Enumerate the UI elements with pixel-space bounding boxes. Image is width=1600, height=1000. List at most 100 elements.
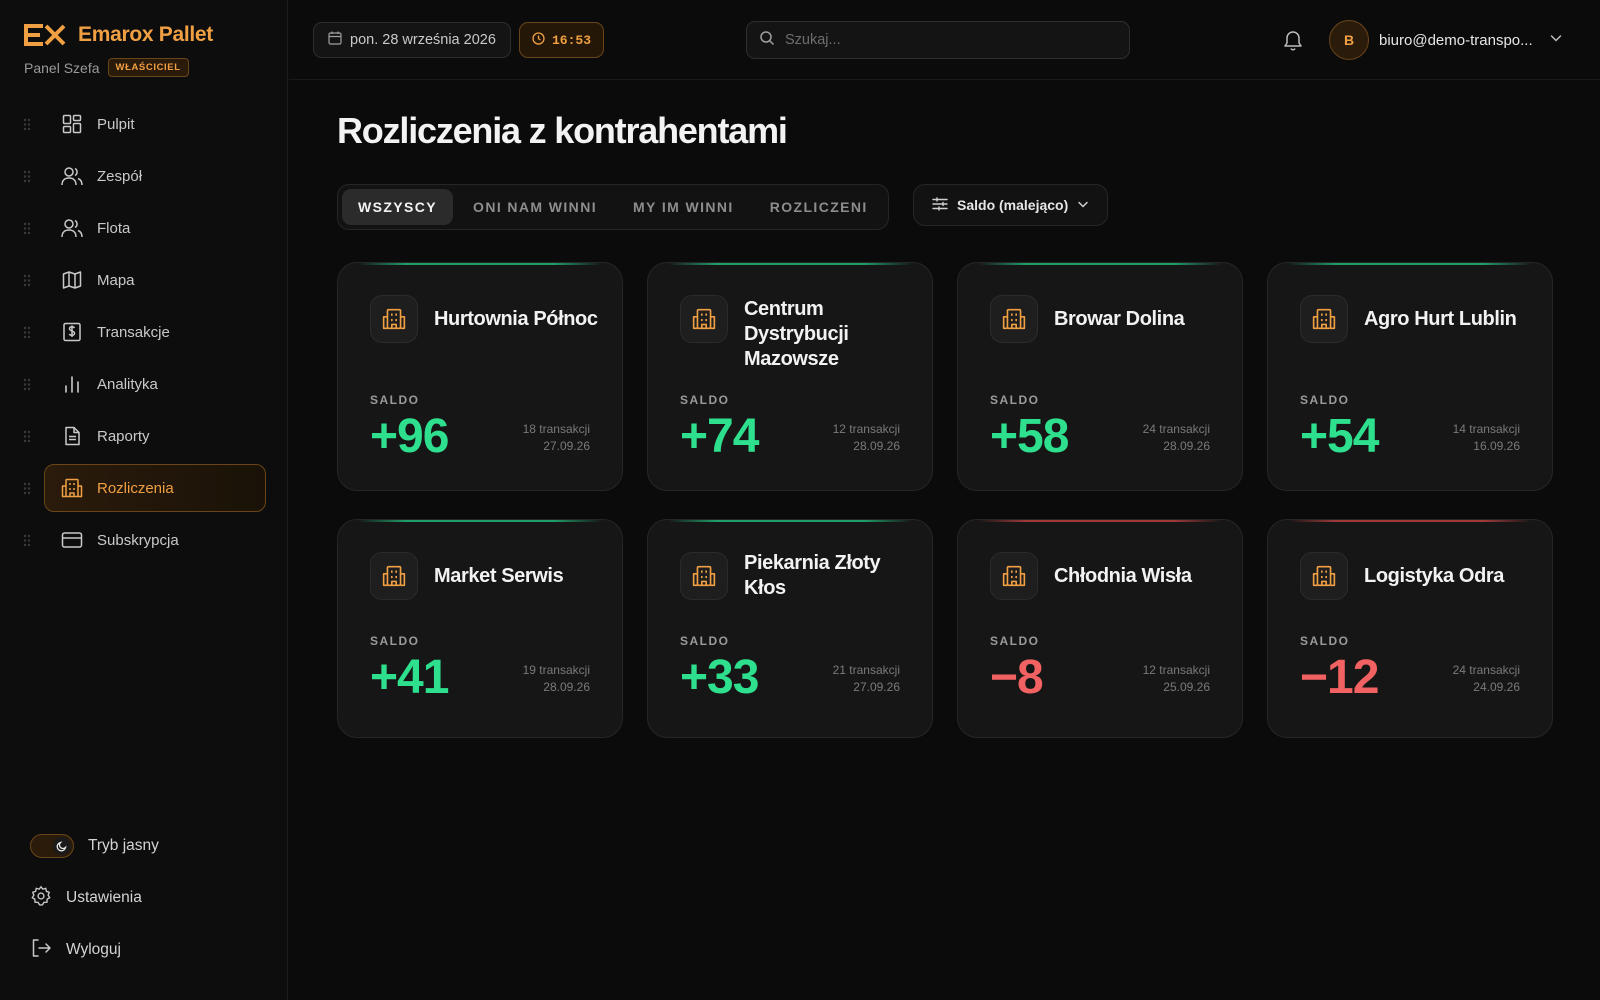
contractor-card[interactable]: Hurtownia Północ SALDO +96 18 transakcji 27.… (337, 262, 623, 491)
sidebar-item-label: Rozliczenia (97, 479, 174, 497)
last-date: 28.09.26 (1163, 439, 1210, 453)
last-date: 24.09.26 (1473, 680, 1520, 694)
bar-chart-icon (61, 373, 83, 395)
theme-toggle-label: Tryb jasny (88, 837, 159, 854)
sidebar-item-transakcje[interactable]: Transakcje (23, 308, 266, 356)
balance-value: +41 (370, 651, 449, 704)
transactions-count: 12 transakcji (1142, 663, 1210, 677)
brand[interactable]: Emarox Pallet (24, 22, 213, 48)
card-meta: 12 transakcji 25.09.26 (1143, 662, 1210, 696)
moon-icon (53, 837, 71, 855)
drag-handle-icon[interactable] (23, 534, 31, 547)
card-accent-line (978, 263, 1222, 265)
drag-handle-icon[interactable] (23, 430, 31, 443)
balance-label: SALDO (1300, 393, 1350, 407)
sidebar-item-subskrypcja[interactable]: Subskrypcja (23, 516, 266, 564)
building-icon (370, 295, 418, 343)
brand-logo-icon (24, 22, 68, 48)
theme-toggle[interactable] (30, 834, 74, 858)
logout-link[interactable]: Wyloguj (30, 924, 270, 976)
drag-handle-icon[interactable] (23, 222, 31, 235)
page-title: Rozliczenia z kontrahentami (337, 110, 788, 151)
sidebar-item-raporty[interactable]: Raporty (23, 412, 266, 460)
sidebar-item-label: Subskrypcja (97, 531, 179, 549)
contractor-card[interactable]: Centrum Dystrybucji Mazowsze SALDO +74 12 t… (647, 262, 933, 491)
contractor-card[interactable]: Market Serwis SALDO +41 19 transakcji 28.09.… (337, 519, 623, 738)
tab-my-im-winni[interactable]: MY IM WINNI (617, 189, 750, 225)
card-meta: 12 transakcji 28.09.26 (833, 421, 900, 455)
clock-icon (532, 31, 545, 49)
sidebar-item-label: Zespół (97, 167, 143, 185)
sidebar-bottom-menu: Tryb jasny Ustawienia Wyloguj (30, 820, 270, 976)
sidebar-item-mapa[interactable]: Mapa (23, 256, 266, 304)
transactions-count: 18 transakcji (522, 422, 590, 436)
chevron-down-icon (1077, 197, 1089, 213)
transactions-count: 19 transakcji (522, 663, 590, 677)
tab-rozliczeni[interactable]: ROZLICZENI (754, 189, 884, 225)
card-accent-line (978, 520, 1222, 522)
last-date: 16.09.26 (1473, 439, 1520, 453)
tab-wszyscy[interactable]: WSZYSCY (342, 189, 454, 225)
theme-toggle-row[interactable]: Tryb jasny (30, 820, 270, 872)
balance-value: +54 (1300, 410, 1379, 463)
building-icon (1300, 295, 1348, 343)
date-text: pon. 28 września 2026 (350, 32, 496, 48)
balance-label: SALDO (370, 634, 420, 648)
sidebar-nav: Pulpit Zespół Flota Mapa Transakcje Anal… (0, 100, 288, 568)
card-meta: 14 transakcji 16.09.26 (1453, 421, 1520, 455)
settings-label: Ustawienia (66, 889, 142, 906)
search-box[interactable] (746, 21, 1130, 59)
contractor-name: Agro Hurt Lublin (1364, 307, 1517, 330)
contractor-card[interactable]: Logistyka Odra SALDO −12 24 transakcji 24.09… (1267, 519, 1553, 738)
tab-oni-nam-winni[interactable]: ONI NAM WINNI (457, 189, 613, 225)
main-content: Rozliczenia z kontrahentami WSZYSCY ONI … (289, 80, 1600, 1000)
date-display[interactable]: pon. 28 września 2026 (313, 22, 511, 58)
user-email: biuro@demo-transpo... (1379, 31, 1533, 49)
bell-icon[interactable] (1281, 28, 1305, 52)
card-accent-line (668, 520, 912, 522)
contractor-card[interactable]: Piekarnia Złoty Kłos SALDO +33 21 transakcj… (647, 519, 933, 738)
drag-handle-icon[interactable] (23, 170, 31, 183)
contractor-card[interactable]: Browar Dolina SALDO +58 24 transakcji 28.09.… (957, 262, 1243, 491)
search-input[interactable] (785, 32, 1105, 48)
sidebar-item-pulpit[interactable]: Pulpit (23, 100, 266, 148)
drag-handle-icon[interactable] (23, 482, 31, 495)
contractor-card[interactable]: Agro Hurt Lublin SALDO +54 14 transakcji 16.… (1267, 262, 1553, 491)
sidebar-item-label: Mapa (97, 271, 135, 289)
sidebar-item-rozliczenia[interactable]: Rozliczenia (23, 464, 266, 512)
contractor-name: Chłodnia Wisła (1054, 564, 1192, 587)
building-icon (1300, 552, 1348, 600)
drag-handle-icon[interactable] (23, 274, 31, 287)
balance-value: +96 (370, 410, 449, 463)
sidebar-item-zespol[interactable]: Zespół (23, 152, 266, 200)
calendar-icon (328, 31, 342, 49)
users-icon (61, 165, 83, 187)
card-meta: 24 transakcji 28.09.26 (1143, 421, 1210, 455)
drag-handle-icon[interactable] (23, 118, 31, 131)
dollar-receipt-icon (61, 321, 83, 343)
balance-label: SALDO (680, 634, 730, 648)
contractor-card[interactable]: Chłodnia Wisła SALDO −8 12 transakcji 25.09.… (957, 519, 1243, 738)
sidebar-item-label: Raporty (97, 427, 150, 445)
drag-handle-icon[interactable] (23, 378, 31, 391)
building-icon (990, 295, 1038, 343)
user-menu[interactable]: B biuro@demo-transpo... (1329, 20, 1563, 60)
sidebar-item-flota[interactable]: Flota (23, 204, 266, 252)
drag-handle-icon[interactable] (23, 326, 31, 339)
settings-link[interactable]: Ustawienia (30, 872, 270, 924)
card-accent-line (1288, 263, 1532, 265)
sort-label: Saldo (malejąco) (957, 197, 1069, 213)
balance-label: SALDO (680, 393, 730, 407)
building-icon (680, 295, 728, 343)
role-badge: WŁAŚCICIEL (107, 58, 189, 77)
sidebar-item-label: Analityka (97, 375, 158, 393)
balance-label: SALDO (990, 634, 1040, 648)
sidebar-item-analityka[interactable]: Analityka (23, 360, 266, 408)
sort-dropdown[interactable]: Saldo (malejąco) (913, 184, 1109, 226)
last-date: 28.09.26 (543, 680, 590, 694)
building-icon (990, 552, 1038, 600)
transactions-count: 12 transakcji (832, 422, 900, 436)
balance-value: +58 (990, 410, 1069, 463)
transactions-count: 24 transakcji (1452, 663, 1520, 677)
last-date: 27.09.26 (853, 680, 900, 694)
